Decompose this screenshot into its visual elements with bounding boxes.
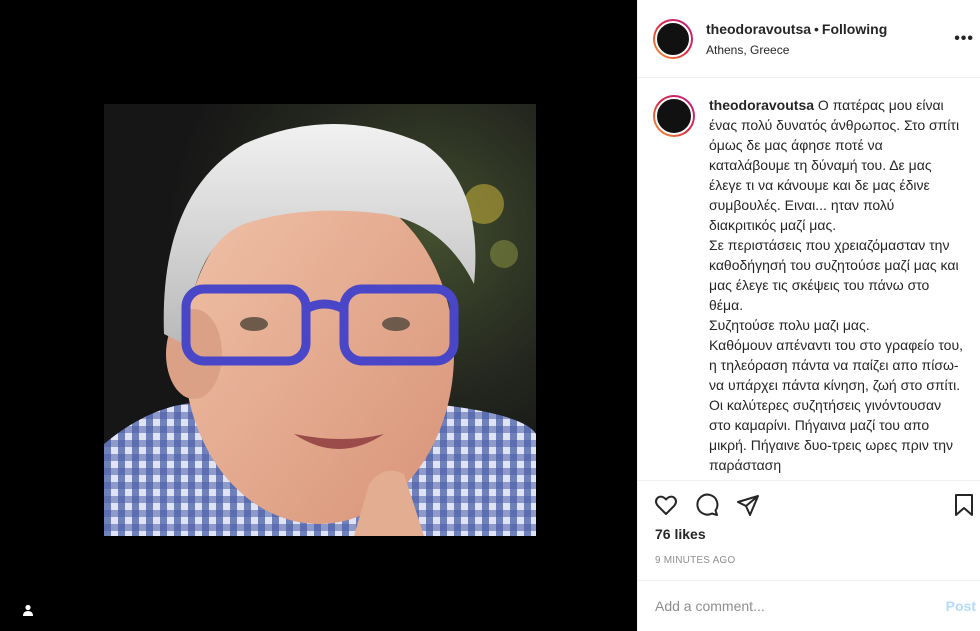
post-header: theodoravoutsa • Following Athens, Greece … <box>638 0 980 78</box>
comment-icon[interactable] <box>695 493 719 517</box>
caption-username[interactable]: theodoravoutsa <box>709 97 814 113</box>
caption-text: theodoravoutsa Ο πατέρας μου είναι ένας … <box>709 95 964 475</box>
caption-body: Ο πατέρας μου είναι ένας πολύ δυνατός άν… <box>709 97 963 473</box>
post-details-panel: theodoravoutsa • Following Athens, Greece … <box>637 0 980 631</box>
location-link[interactable]: Athens, Greece <box>706 43 887 58</box>
action-bar <box>638 480 980 528</box>
post-media[interactable] <box>0 0 637 631</box>
post-comment-button[interactable]: Post <box>946 598 976 614</box>
share-icon[interactable] <box>736 493 760 517</box>
comment-input[interactable] <box>655 598 946 614</box>
comment-form: Post <box>638 580 980 631</box>
more-horizontal-icon[interactable]: ••• <box>954 30 974 48</box>
caption: theodoravoutsa Ο πατέρας μου είναι ένας … <box>653 95 964 475</box>
separator-dot: • <box>814 20 819 37</box>
comments-scroll-area[interactable]: theodoravoutsa Ο πατέρας μου είναι ένας … <box>638 79 980 480</box>
post-timestamp[interactable]: 9 MINUTES AGO <box>655 555 735 566</box>
caption-avatar[interactable] <box>653 95 695 137</box>
heart-icon[interactable] <box>654 493 678 517</box>
portrait-image <box>104 104 536 536</box>
avatar[interactable] <box>653 18 693 59</box>
user-tag-button[interactable] <box>17 599 39 621</box>
following-button[interactable]: Following <box>822 21 887 37</box>
likes-count[interactable]: 76 likes <box>655 526 706 542</box>
post-photo[interactable] <box>104 104 536 536</box>
bookmark-icon[interactable] <box>952 493 976 517</box>
user-icon <box>23 604 33 616</box>
username-link[interactable]: theodoravoutsa <box>706 21 811 37</box>
